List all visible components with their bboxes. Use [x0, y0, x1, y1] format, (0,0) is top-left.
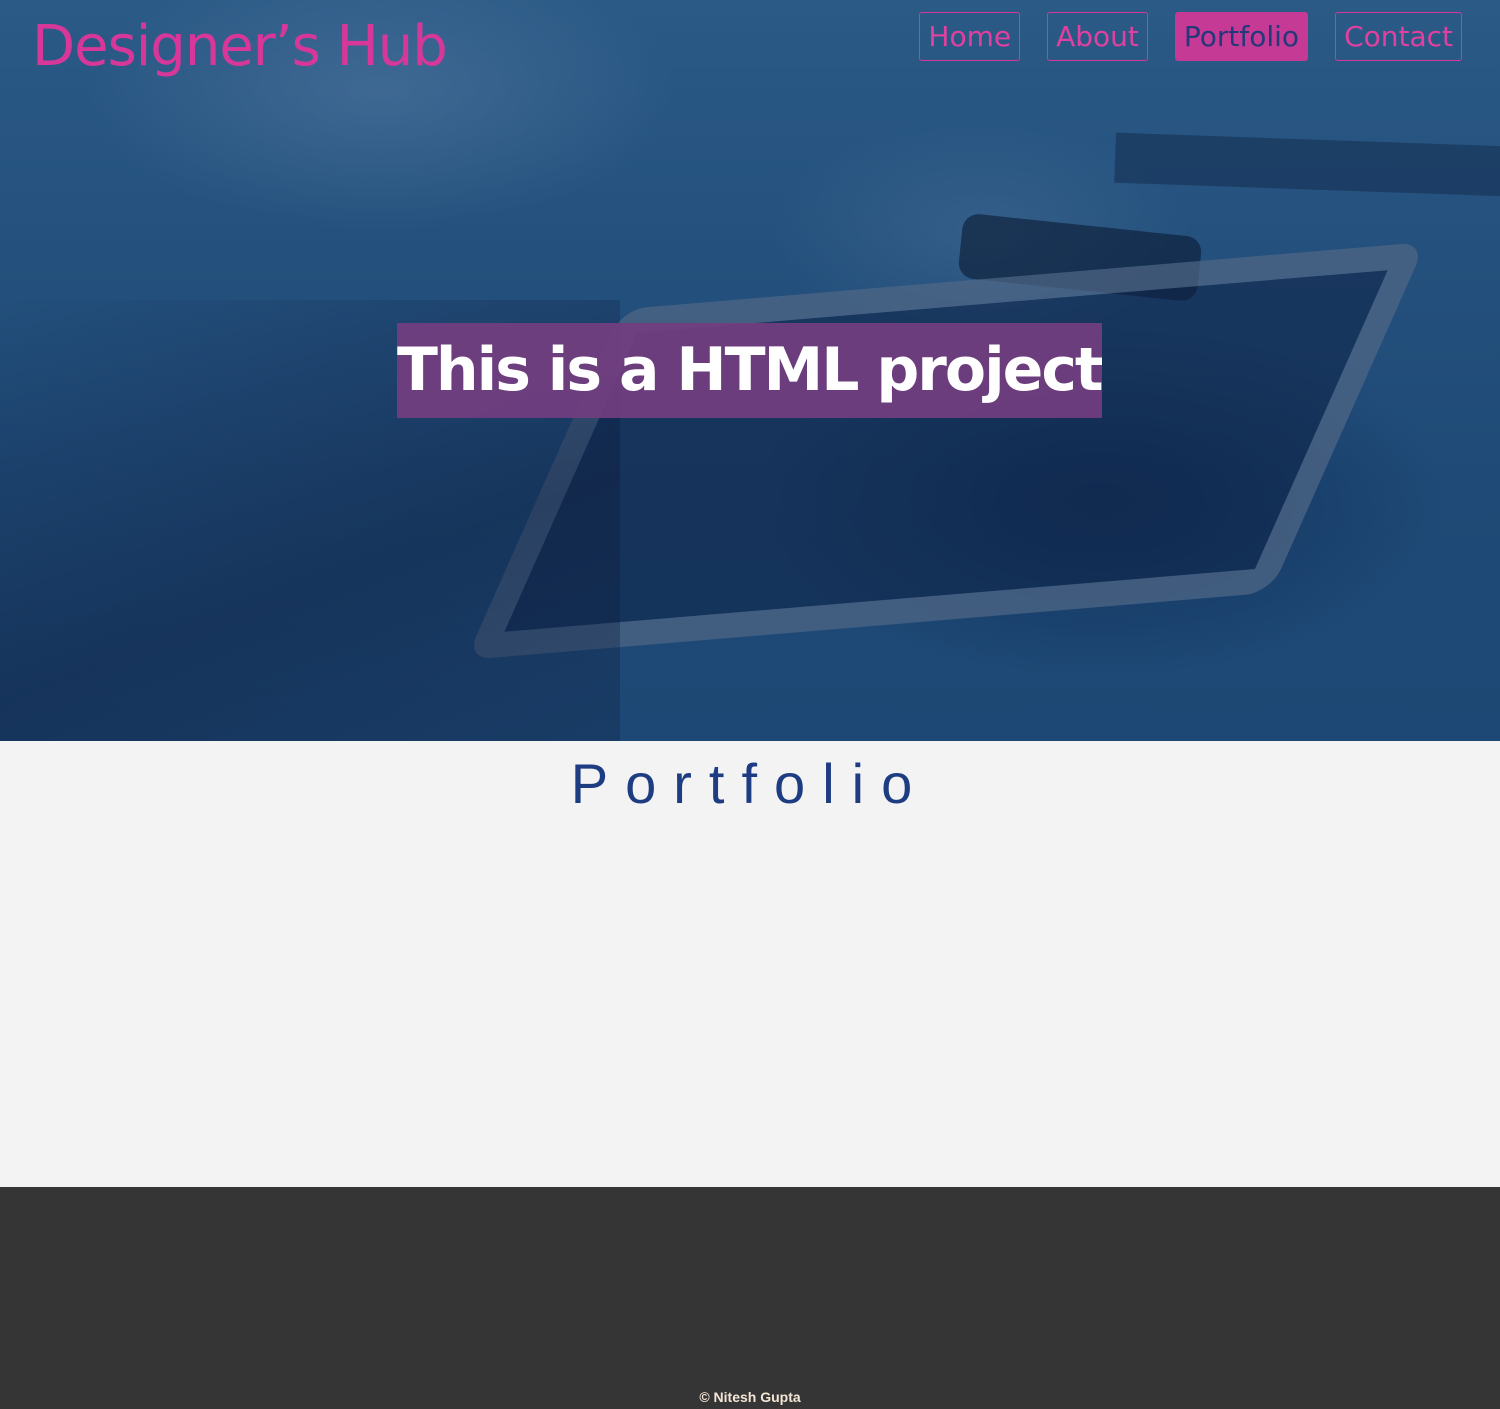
nav-about-button[interactable]: About	[1047, 12, 1148, 61]
site-logo[interactable]: Designer’s Hub	[32, 14, 448, 79]
hero-background-laptop	[1114, 132, 1500, 198]
portfolio-section: Portfolio	[0, 741, 1500, 1187]
footer: © Nitesh Gupta	[0, 1187, 1500, 1409]
nav-portfolio-button[interactable]: Portfolio	[1174, 12, 1309, 61]
portfolio-heading: Portfolio	[570, 752, 930, 815]
main-nav: Home About Portfolio Contact	[919, 12, 1462, 61]
hero-title: This is a HTML project.	[397, 323, 1102, 418]
nav-home-button[interactable]: Home	[919, 12, 1021, 61]
footer-copyright: © Nitesh Gupta	[699, 1389, 801, 1405]
nav-contact-button[interactable]: Contact	[1335, 12, 1462, 61]
hero-section: Designer’s Hub Home About Portfolio Cont…	[0, 0, 1500, 741]
